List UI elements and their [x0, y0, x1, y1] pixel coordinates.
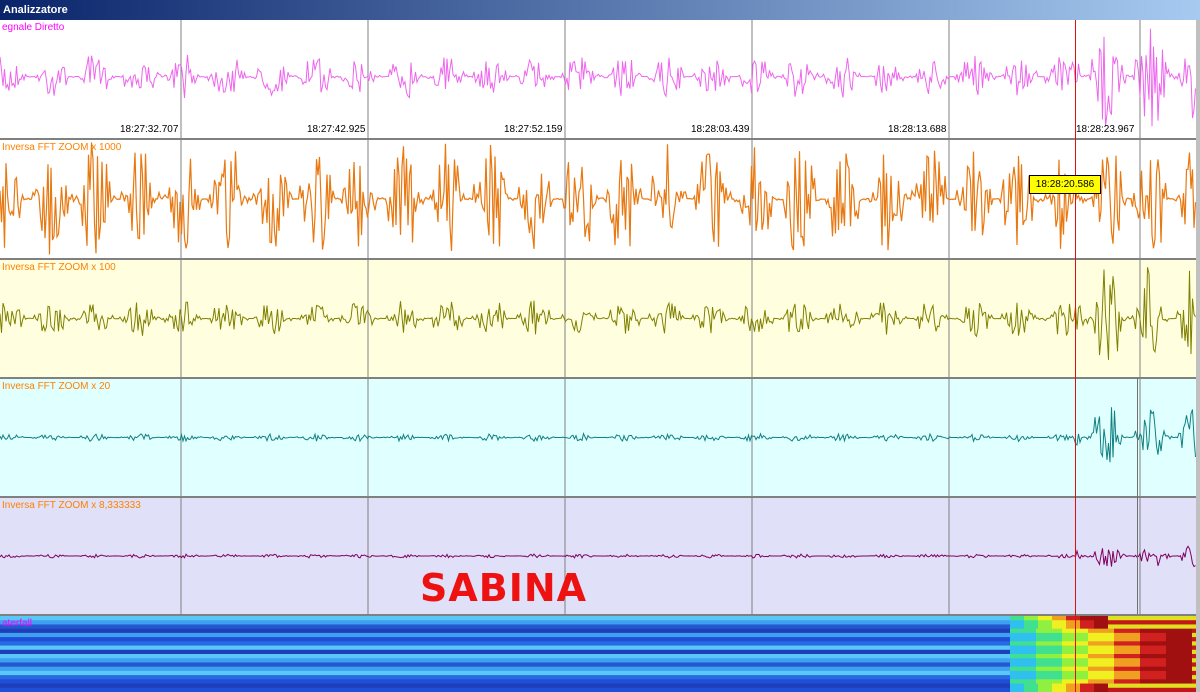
panel-fft-zoom-8-33[interactable]: Inversa FFT ZOOM x 8,333333	[0, 498, 1196, 616]
panel-direct-signal[interactable]: egnale Diretto 18:27:32.707 18:27:42.925…	[0, 20, 1196, 140]
window-right-border	[1196, 20, 1200, 692]
panel-fft-zoom-20[interactable]: Inversa FFT ZOOM x 20	[0, 379, 1196, 498]
waterfall-cell	[1080, 687, 1094, 692]
signal-trace	[0, 545, 1196, 568]
panel-label: egnale Diretto	[2, 22, 65, 33]
trace-direct-signal	[0, 20, 1196, 138]
secondary-marker-line	[1137, 378, 1138, 614]
time-tick: 18:27:52.159	[504, 124, 563, 135]
waterfall-spectrogram	[0, 616, 1196, 692]
time-tick: 18:28:23.967	[1076, 124, 1135, 135]
trace-fft-zoom-100	[0, 260, 1196, 377]
panel-fft-zoom-1000[interactable]: Inversa FFT ZOOM x 1000	[0, 140, 1196, 260]
waterfall-cell	[1066, 687, 1080, 692]
panel-label: Inversa FFT ZOOM x 100	[2, 262, 116, 273]
panel-label: aterfall	[2, 618, 33, 629]
panel-waterfall[interactable]: aterfall	[0, 616, 1196, 692]
window-titlebar: Analizzatore	[0, 0, 1200, 20]
waterfall-cell	[1052, 687, 1066, 692]
signal-trace	[0, 267, 1196, 360]
waterfall-cell	[1094, 687, 1108, 692]
time-tick: 18:27:42.925	[307, 124, 366, 135]
panel-label: Inversa FFT ZOOM x 8,333333	[2, 500, 141, 511]
signal-trace	[0, 142, 1196, 255]
trace-fft-zoom-20	[0, 379, 1196, 496]
signal-trace	[0, 28, 1196, 127]
cursor-time-tooltip: 18:28:20.586	[1029, 175, 1101, 194]
window-title: Analizzatore	[3, 4, 68, 16]
panel-fft-zoom-100[interactable]: Inversa FFT ZOOM x 100	[0, 260, 1196, 379]
signal-trace	[0, 407, 1196, 463]
waterfall-cell	[1010, 687, 1024, 692]
trace-fft-zoom-1000	[0, 140, 1196, 258]
time-tick: 18:28:03.439	[691, 124, 750, 135]
waterfall-cell	[1024, 687, 1038, 692]
panel-label: Inversa FFT ZOOM x 1000	[2, 142, 122, 153]
panel-label: Inversa FFT ZOOM x 20	[2, 381, 111, 392]
time-tick: 18:28:13.688	[888, 124, 947, 135]
waterfall-cell	[1038, 687, 1052, 692]
waterfall-cell	[1108, 687, 1196, 692]
event-marker-line[interactable]	[1075, 20, 1076, 692]
trace-fft-zoom-8-33	[0, 498, 1196, 614]
waterfall-band	[0, 687, 1010, 692]
watermark-sabina: SABINA	[420, 566, 588, 610]
time-tick: 18:27:32.707	[120, 124, 179, 135]
